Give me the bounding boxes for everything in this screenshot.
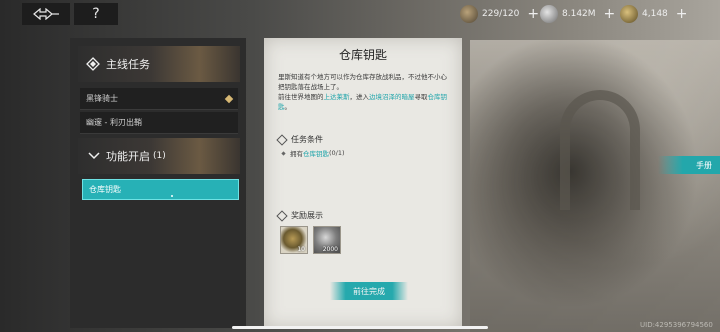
desc-text: 寻取: [414, 93, 428, 101]
add-stamina-button[interactable]: +: [527, 6, 539, 22]
resource-stamina: 229/120 +: [460, 4, 539, 24]
bullet-icon: [281, 150, 286, 156]
feature-unlock-header[interactable]: 功能开启 (1): [78, 138, 240, 174]
desc-text: 。: [284, 103, 292, 111]
background-arch: [560, 90, 640, 210]
back-arrow-icon: [33, 8, 59, 20]
resource-silver: 8.142M +: [540, 4, 615, 24]
quest-item-label: 黑锋骑士: [86, 94, 118, 103]
condition-row: 拥有 仓库钥匙 (0/1): [281, 148, 345, 158]
resource-gold: 4,148 +: [620, 4, 688, 24]
help-button[interactable]: ?: [74, 3, 118, 25]
quest-description: 里斯知道有个地方可以作为仓库存放战利品，不过他不小心把钥匙落在战场上了。 前往世…: [278, 72, 453, 112]
uid-label: UID:4295396794560: [640, 321, 713, 329]
top-bar: ? 229/120 + 8.142M + 4,148 +: [0, 0, 720, 28]
desc-line-1: 里斯知道有个地方可以作为仓库存放战利品，不过他不小心把钥匙落在战场上了。: [278, 73, 447, 91]
add-silver-button[interactable]: +: [604, 6, 616, 22]
condition-text: 拥有: [290, 150, 303, 158]
diamond-bullet-icon: [276, 133, 288, 146]
cursor-dot: [171, 195, 173, 197]
conditions-label: 任务条件: [291, 135, 323, 144]
main-quest-label: 主线任务: [106, 58, 150, 71]
add-gold-button[interactable]: +: [676, 6, 688, 22]
conditions-header: 任务条件: [276, 133, 323, 146]
quest-item-blade[interactable]: 幽邃 - 利刃出鞘: [80, 112, 238, 134]
main-quest-header[interactable]: 主线任务: [78, 46, 240, 82]
quest-item-black-knight[interactable]: 黑锋骑士: [80, 88, 238, 110]
quest-sidebar: 主线任务 黑锋骑士 幽邃 - 利刃出鞘 功能开启 (1) 仓库钥匙: [70, 38, 246, 328]
home-indicator[interactable]: [232, 326, 488, 329]
stamina-icon: [460, 5, 478, 23]
rewards-label: 奖励展示: [291, 211, 323, 220]
rewards-header: 奖励展示: [276, 209, 323, 222]
back-button[interactable]: [22, 3, 70, 25]
condition-progress: (0/1): [329, 149, 345, 157]
silver-value: 8.142M: [562, 9, 596, 19]
quest-title: 仓库钥匙: [338, 48, 387, 62]
location-link[interactable]: 边境沼泽的暗屋: [369, 93, 415, 101]
quest-item-warehouse-key[interactable]: 仓库钥匙: [82, 179, 239, 200]
gold-coin-icon: [620, 5, 638, 23]
reward-count: 2000: [322, 246, 338, 253]
silver-coin-icon: [540, 5, 558, 23]
quest-item-label: 仓库钥匙: [89, 185, 121, 194]
tracking-diamond-icon: [224, 94, 234, 103]
reward-silver[interactable]: 2000: [313, 226, 341, 254]
desc-text: 前往世界地图的: [278, 93, 324, 101]
quest-item-label: 幽邃 - 利刃出鞘: [86, 118, 142, 127]
main-quest-icon: [86, 57, 100, 71]
desc-line-2: 前往世界地图的上达莱斯，进入边境沼泽的暗屋寻取仓库钥匙。: [278, 92, 453, 112]
stamina-value: 229/120: [482, 9, 520, 19]
desc-text: ，进入: [349, 93, 370, 101]
chevron-down-icon: [88, 152, 100, 160]
gold-value: 4,148: [642, 9, 668, 19]
diamond-bullet-icon: [276, 209, 288, 222]
reward-ore[interactable]: 10: [280, 226, 308, 254]
quest-detail-panel: 仓库钥匙 里斯知道有个地方可以作为仓库存放战利品，不过他不小心把钥匙落在战场上了…: [264, 38, 462, 328]
go-complete-button[interactable]: 前往完成: [330, 282, 408, 300]
reward-count: 10: [297, 246, 305, 253]
location-link[interactable]: 上达莱斯: [324, 93, 350, 101]
feature-unlock-label: 功能开启: [106, 150, 150, 163]
condition-item-link[interactable]: 仓库钥匙: [303, 148, 329, 158]
feature-count: (1): [153, 151, 166, 161]
handbook-tab[interactable]: 手册: [658, 156, 720, 174]
